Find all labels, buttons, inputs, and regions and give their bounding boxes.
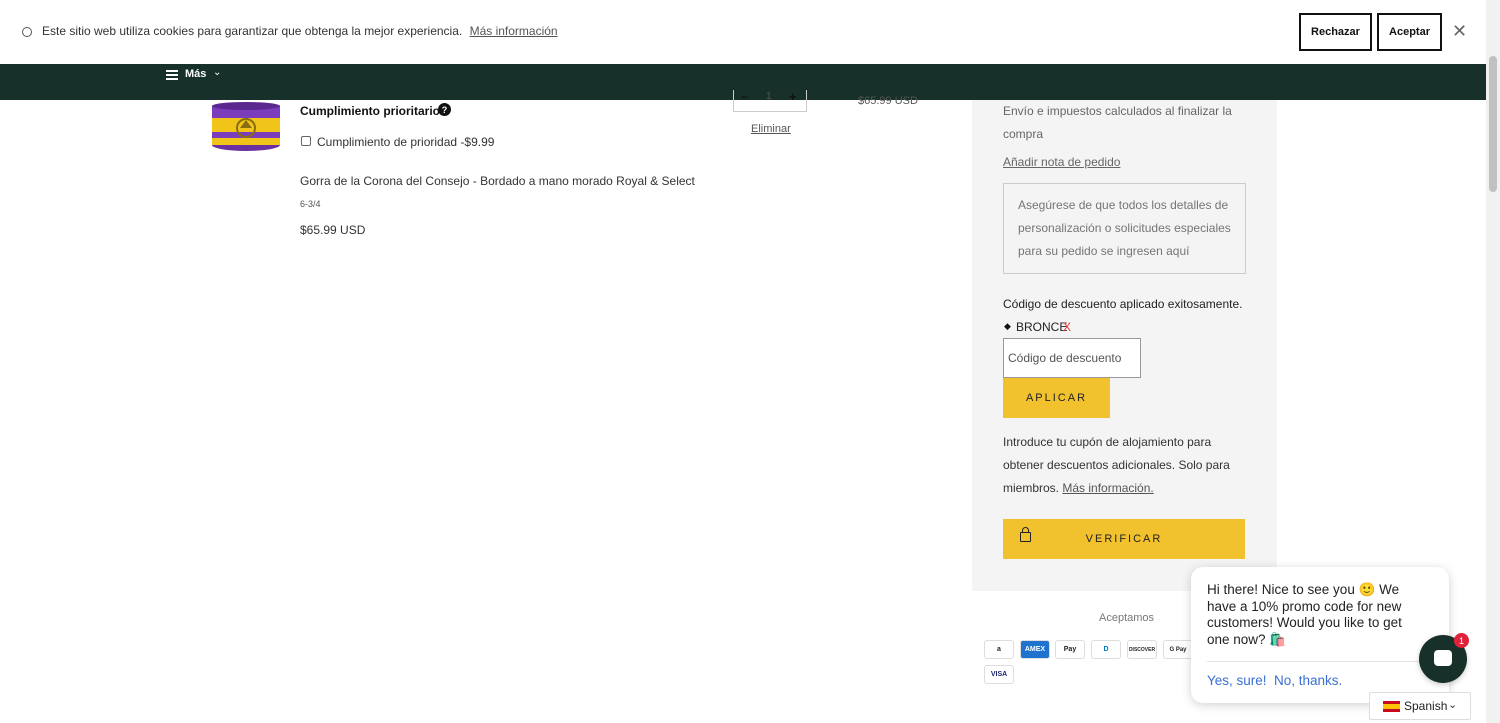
applied-discount-code: BRONCE <box>1016 320 1068 334</box>
coupon-info: Introduce tu cupón de alojamiento para o… <box>1003 431 1243 500</box>
scrollbar-thumb[interactable] <box>1489 56 1497 192</box>
payment-methods-label: Aceptamos <box>1099 612 1155 624</box>
product-variant: 6-3/4 <box>300 199 321 209</box>
chat-yes-button[interactable]: Yes, sure! <box>1207 673 1267 688</box>
cookie-more-info-link[interactable]: Más información <box>470 24 558 38</box>
product-price: $65.99 USD <box>300 223 366 237</box>
order-note-field[interactable] <box>1003 183 1246 274</box>
chevron-down-icon[interactable]: ⌄ <box>1448 698 1457 711</box>
apply-discount-button[interactable]: APLICAR <box>1003 378 1110 418</box>
apple-pay-icon: Pay <box>1055 640 1085 659</box>
add-order-note-link[interactable]: Añadir nota de pedido <box>1003 155 1120 169</box>
tag-icon: ◆ <box>1004 321 1011 331</box>
amex-icon: AMEX <box>1020 640 1050 659</box>
quantity-increase-button[interactable]: + <box>789 89 797 104</box>
chat-divider <box>1207 661 1432 662</box>
discount-code-input[interactable] <box>1003 338 1141 378</box>
accept-cookies-button[interactable]: Aceptar <box>1377 13 1442 51</box>
diners-club-icon: D <box>1091 640 1121 659</box>
nav-menu-more[interactable]: Más <box>185 68 206 80</box>
checkout-button[interactable]: VERIFICAR <box>1003 519 1245 559</box>
visa-icon: VISA <box>984 665 1014 684</box>
quantity-decrease-button[interactable]: − <box>741 90 748 104</box>
chat-message: Hi there! Nice to see you 🙂 We have a 10… <box>1207 582 1402 647</box>
chat-no-button[interactable]: No, thanks. <box>1274 673 1342 688</box>
help-icon[interactable]: ? <box>438 103 451 116</box>
product-name[interactable]: Gorra de la Corona del Consejo - Bordado… <box>300 174 695 188</box>
discover-icon: DISCOVER <box>1127 640 1157 659</box>
remove-item-link[interactable]: Eliminar <box>751 123 791 135</box>
lock-icon <box>1020 527 1031 542</box>
menu-icon[interactable] <box>166 70 178 82</box>
discount-success-message: Código de descuento aplicado exitosament… <box>1003 297 1243 311</box>
reject-cookies-button[interactable]: Rechazar <box>1299 13 1372 51</box>
chat-unread-badge: 1 <box>1454 633 1469 648</box>
remove-discount-button[interactable]: X <box>1063 320 1071 334</box>
amazon-pay-icon: a <box>984 640 1014 659</box>
chat-icon[interactable] <box>1434 650 1452 666</box>
cookie-message-text: Este sitio web utiliza cookies para gara… <box>42 24 463 38</box>
google-pay-icon: G Pay <box>1163 640 1193 659</box>
chevron-down-icon[interactable]: ⌄ <box>213 67 221 78</box>
line-total: $65.99 USD <box>858 95 918 107</box>
cookie-icon <box>22 27 32 37</box>
coupon-more-info-link[interactable]: Más información. <box>1062 481 1153 495</box>
product-image[interactable] <box>210 100 282 152</box>
cookie-message: Este sitio web utiliza cookies para gara… <box>42 24 558 38</box>
priority-fulfillment-checkbox[interactable] <box>301 136 311 146</box>
shipping-note: Envío e impuestos calculados al finaliza… <box>1003 104 1232 141</box>
spain-flag-icon <box>1383 701 1400 712</box>
priority-fulfillment-title: Cumplimiento prioritario <box>300 104 441 118</box>
language-label[interactable]: Spanish <box>1404 699 1447 713</box>
priority-fulfillment-option-label[interactable]: Cumplimiento de prioridad -$9.99 <box>317 135 494 149</box>
close-icon[interactable]: ✕ <box>1452 22 1467 40</box>
quantity-value[interactable]: 1 <box>766 91 772 102</box>
